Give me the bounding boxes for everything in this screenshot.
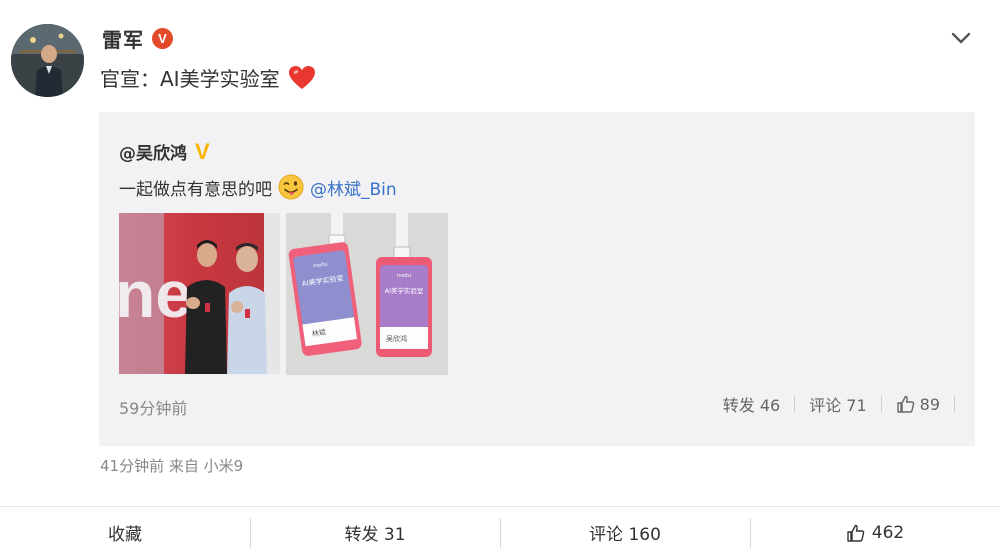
forward-label: 转发 31 xyxy=(344,525,406,545)
username[interactable]: 雷军 xyxy=(102,24,144,53)
repost-photo-1[interactable]: ne xyxy=(119,213,280,374)
forward-button[interactable]: 转发 31 xyxy=(250,507,500,558)
chevron-down-icon[interactable] xyxy=(950,30,972,46)
repost-forward-label: 转发 46 xyxy=(722,396,781,415)
comment-label: 评论 160 xyxy=(589,525,661,545)
post-meta: 41分钟前 来自 小米9 xyxy=(100,457,244,475)
repost-card[interactable]: @吴欣鸿 V 一起做点有意思的吧 @林斌_Bin ne meitu AI美学实验… xyxy=(99,112,975,446)
repost-time: 59分钟前 xyxy=(119,399,188,418)
post-text: 官宣：AI美学实验室 xyxy=(100,67,280,91)
badge-2-name: 吴欣鸿 xyxy=(386,334,407,343)
repost-username[interactable]: @吴欣鸿 xyxy=(119,139,187,164)
tongue-wink-emoji xyxy=(278,174,304,200)
mention-link[interactable]: @林斌_Bin xyxy=(310,175,397,200)
avatar[interactable] xyxy=(11,24,84,97)
action-bar: 收藏 转发 31 评论 160 462 xyxy=(0,506,1000,558)
repost-like-count: 89 xyxy=(919,394,940,414)
collect-button[interactable]: 收藏 xyxy=(0,507,250,558)
thumbs-up-icon xyxy=(847,524,865,542)
badge-2-title: AI美学实验室 xyxy=(385,286,424,295)
like-count: 462 xyxy=(871,522,905,543)
like-button[interactable]: 462 xyxy=(750,507,1000,558)
badge-2-brand: meitu xyxy=(397,273,411,279)
verified-gold-icon: V xyxy=(195,138,210,164)
repost-forward-button[interactable]: 转发 46 xyxy=(709,392,794,416)
thumbs-up-icon xyxy=(896,395,914,413)
red-heart-icon xyxy=(288,65,315,89)
repost-comment-button[interactable]: 评论 71 xyxy=(795,392,880,416)
repost-comment-label: 评论 71 xyxy=(809,396,867,415)
repost-like-button[interactable]: 89 xyxy=(882,394,954,414)
repost-text: 一起做点有意思的吧 xyxy=(119,179,272,200)
divider xyxy=(954,395,955,413)
wall-letters: ne xyxy=(119,257,192,331)
verified-badge-icon: V xyxy=(152,28,173,49)
collect-label: 收藏 xyxy=(108,525,142,545)
repost-photo-2[interactable]: meitu AI美学实验室 林斌 meitu AI美学实验室 吴欣鸿 xyxy=(286,213,448,375)
comment-button[interactable]: 评论 160 xyxy=(500,507,750,558)
